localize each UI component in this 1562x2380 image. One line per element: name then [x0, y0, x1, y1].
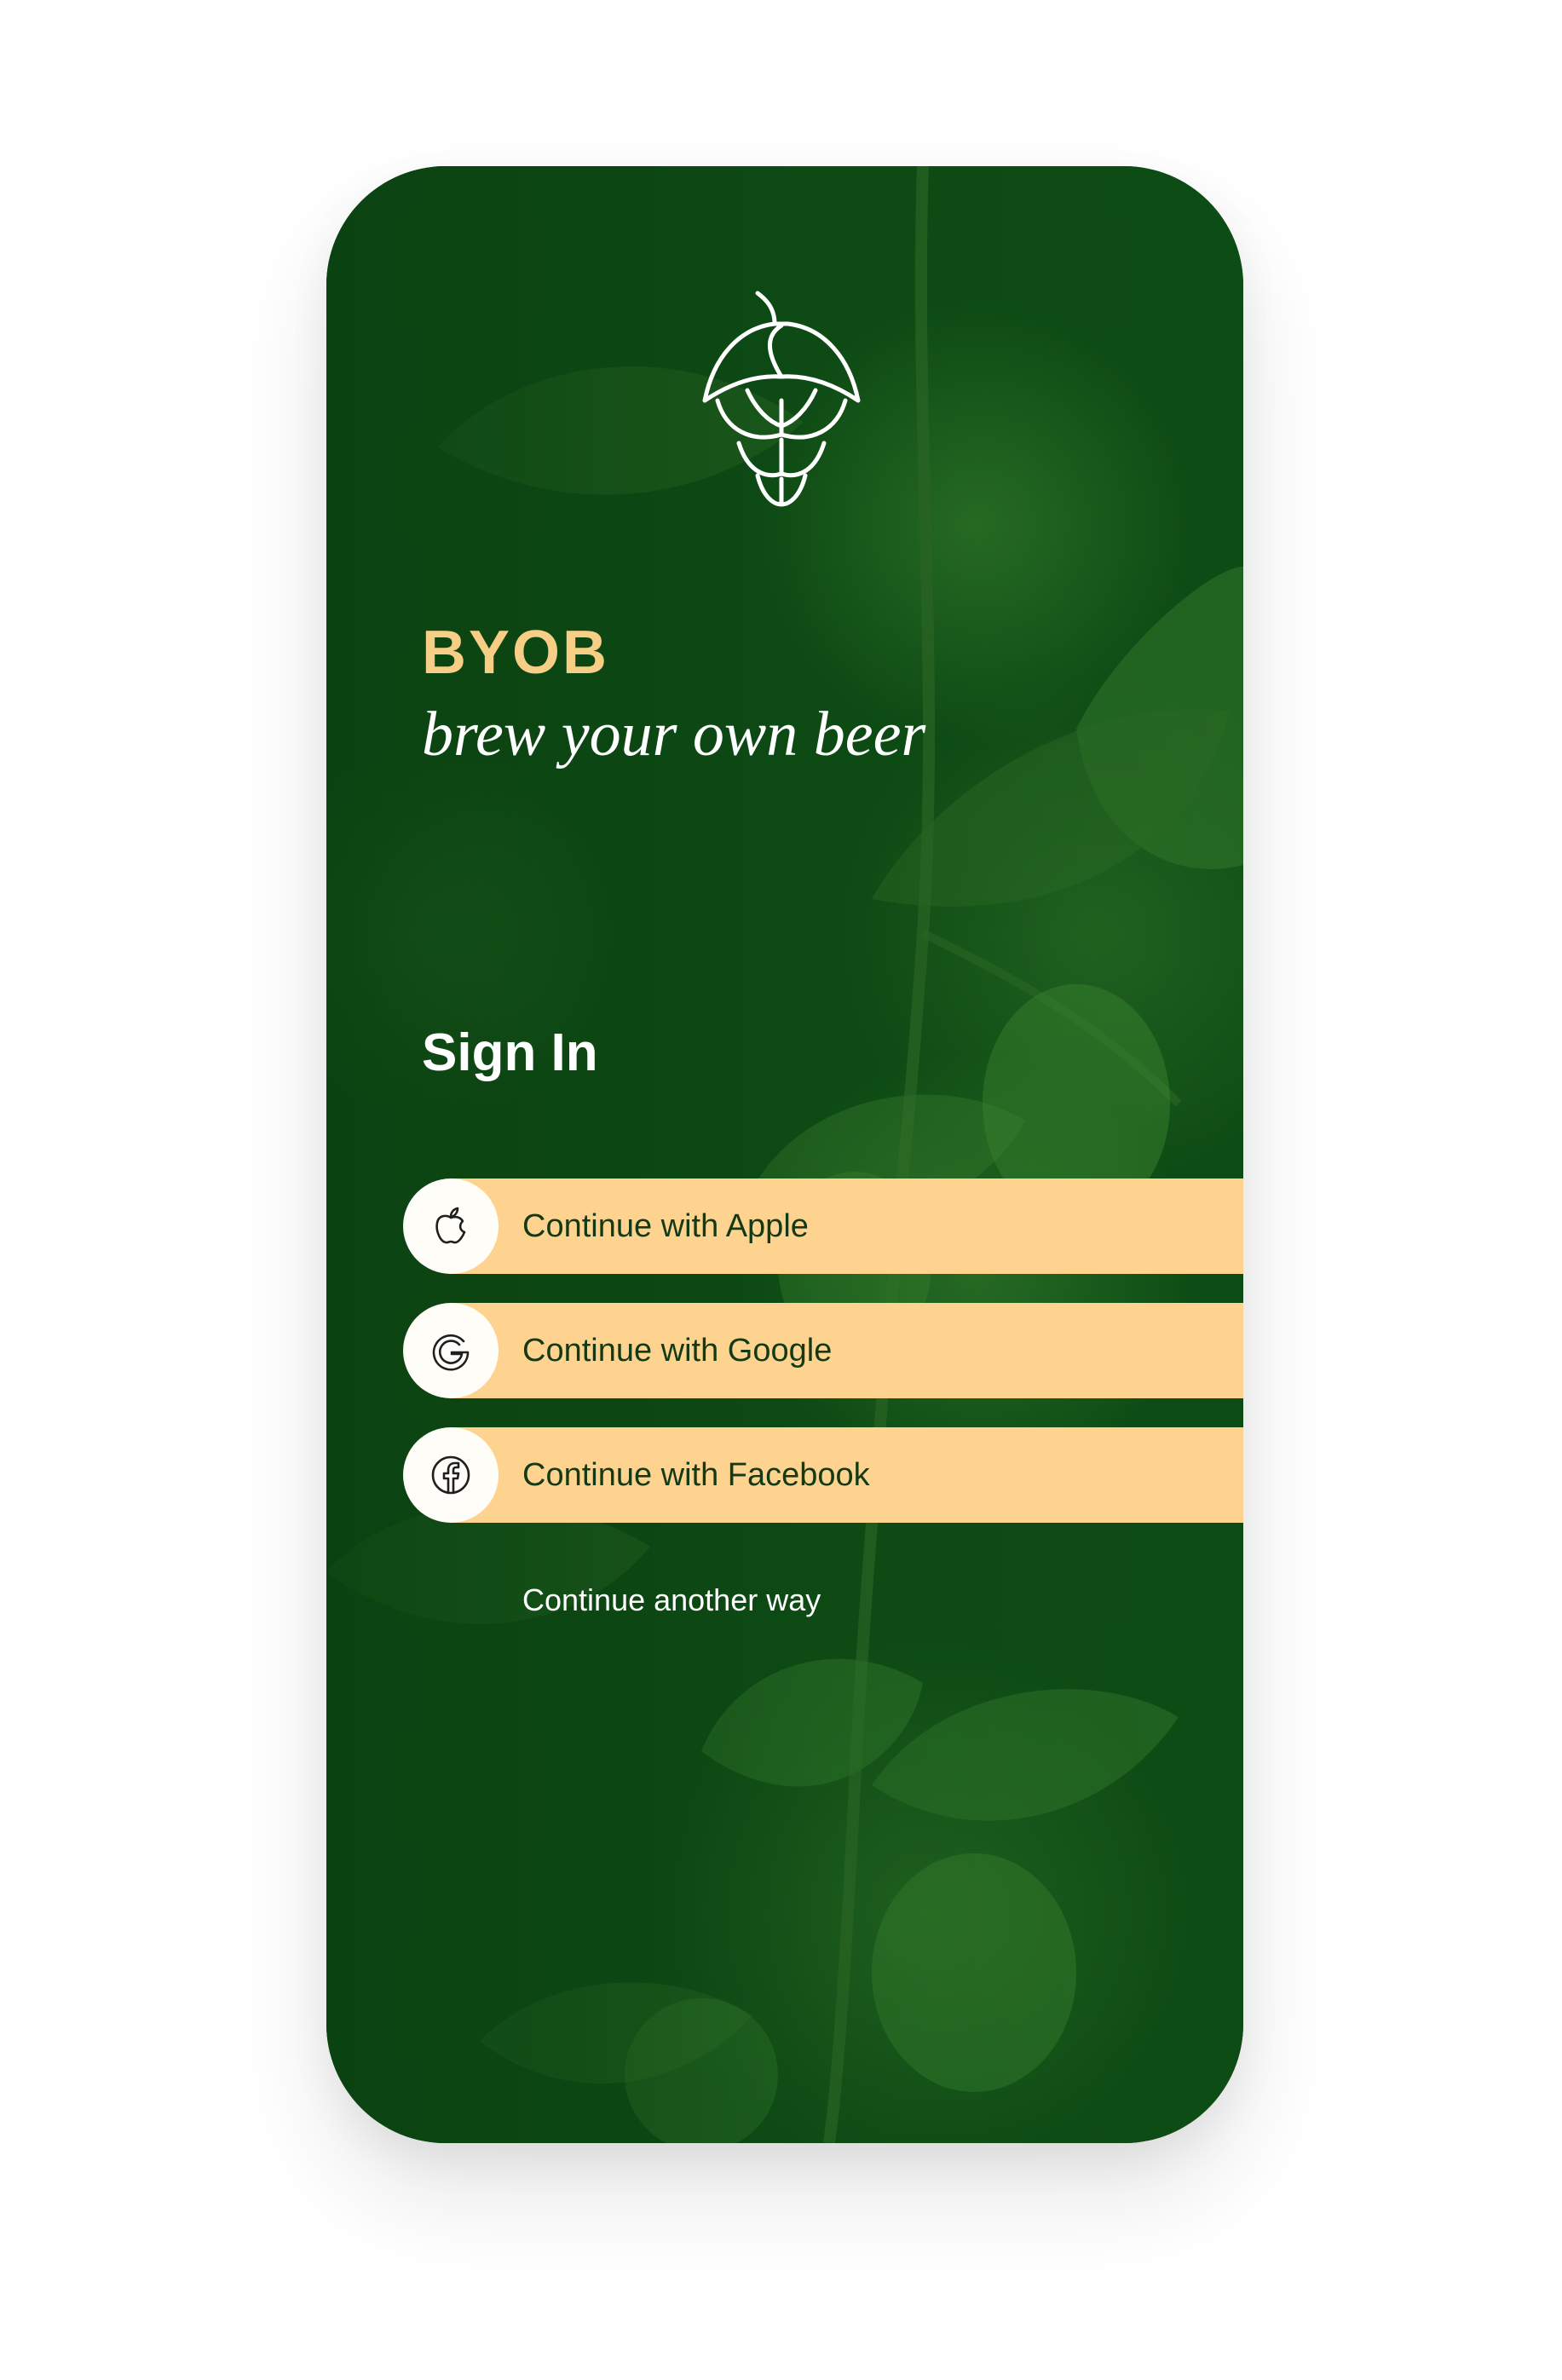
button-label: Continue with Apple — [522, 1208, 809, 1244]
app-tagline: brew your own beer — [422, 700, 926, 769]
apple-icon — [435, 1207, 466, 1244]
facebook-icon-badge — [403, 1427, 499, 1523]
hop-cone-icon — [702, 291, 861, 507]
google-icon — [432, 1334, 470, 1371]
app-brand-name: BYOB — [422, 619, 610, 687]
continue-another-way-link[interactable]: Continue another way — [522, 1585, 821, 1616]
google-icon-badge — [403, 1303, 499, 1398]
sign-in-title: Sign In — [422, 1023, 598, 1082]
phone-screen: BYOB brew your own beer Sign In Continue… — [326, 166, 1243, 2143]
button-label: Continue with Facebook — [522, 1457, 870, 1493]
apple-icon-badge — [403, 1178, 499, 1274]
continue-with-google-button[interactable]: Continue with Google — [403, 1303, 1243, 1398]
button-label: Continue with Google — [522, 1333, 833, 1369]
continue-with-facebook-button[interactable]: Continue with Facebook — [403, 1427, 1243, 1523]
facebook-icon — [431, 1455, 470, 1495]
continue-with-apple-button[interactable]: Continue with Apple — [403, 1178, 1243, 1274]
